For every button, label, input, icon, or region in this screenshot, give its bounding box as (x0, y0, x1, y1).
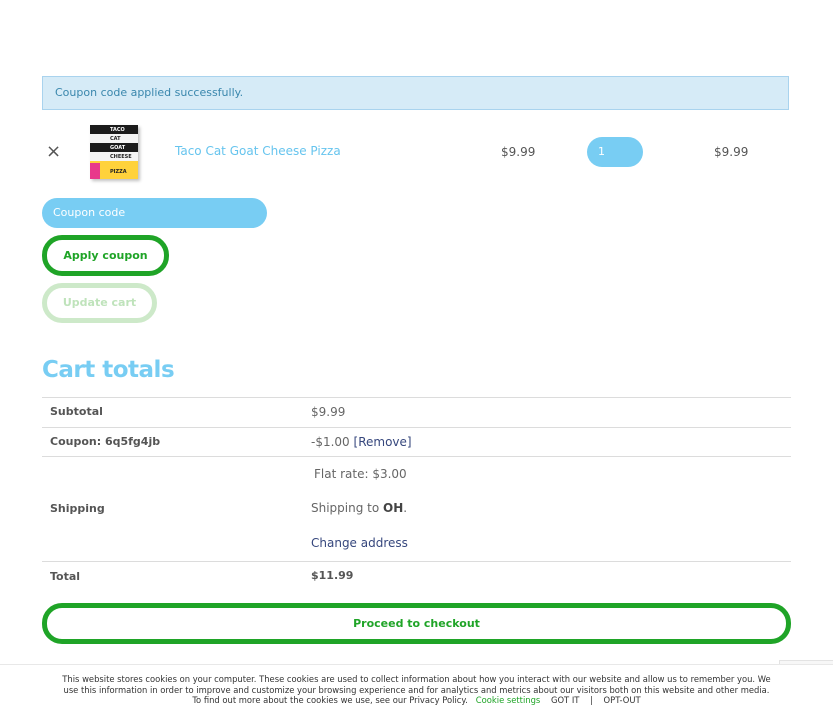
shipping-state: OH (383, 501, 404, 515)
shipping-label: Shipping (50, 502, 105, 515)
update-cart-button[interactable]: Update cart (42, 283, 157, 323)
thumb-word: GOAT (110, 145, 126, 151)
divider (42, 427, 791, 428)
remove-coupon-link[interactable]: [Remove] (354, 435, 412, 449)
cookie-message: This website stores cookies on your comp… (60, 674, 773, 706)
subtotal-label: Subtotal (50, 405, 103, 418)
shipping-to-suffix: . (403, 501, 408, 515)
cookie-separator: | (590, 695, 593, 705)
got-it-button[interactable]: GOT IT (551, 695, 579, 705)
apply-coupon-button[interactable]: Apply coupon (42, 235, 169, 276)
item-price: $9.99 (501, 145, 536, 159)
total-value: $11.99 (311, 569, 354, 582)
thumb-word: CHEESE (110, 154, 132, 160)
flat-rate-option: Flat rate: $3.00 (314, 467, 407, 481)
shipping-destination: Shipping to OH. (311, 501, 407, 515)
coupon-success-notice: Coupon code applied successfully. (42, 76, 789, 110)
thumb-word: TACO (110, 127, 125, 133)
coupon-discount-value: -$1.00 (311, 435, 350, 449)
thumb-word: PIZZA (110, 169, 127, 175)
cookie-text: This website stores cookies on your comp… (62, 674, 771, 705)
proceed-to-checkout-button[interactable]: Proceed to checkout (42, 603, 791, 644)
thumb-word: CAT (110, 136, 121, 142)
remove-item-icon[interactable]: × (46, 143, 61, 161)
opt-out-button[interactable]: OPT-OUT (604, 695, 641, 705)
shipping-to-text: Shipping to (311, 501, 384, 515)
divider (42, 456, 791, 457)
product-name-link[interactable]: Taco Cat Goat Cheese Pizza (175, 144, 341, 158)
coupon-code-input[interactable]: Coupon code (42, 198, 267, 228)
coupon-label: Coupon: 6q5fg4jb (50, 435, 161, 448)
divider (42, 397, 791, 398)
quantity-input[interactable]: 1 (587, 137, 643, 167)
total-label: Total (50, 570, 81, 583)
divider (42, 561, 791, 562)
coupon-discount: -$1.00 [Remove] (311, 435, 412, 449)
notice-message: Coupon code applied successfully. (55, 86, 244, 99)
change-address-link[interactable]: Change address (311, 536, 408, 550)
cart-totals-title: Cart totals (42, 357, 175, 383)
item-subtotal: $9.99 (714, 145, 749, 159)
cookie-consent-bar: This website stores cookies on your comp… (0, 664, 833, 717)
subtotal-value: $9.99 (311, 405, 346, 419)
product-thumbnail[interactable]: TACO CAT GOAT CHEESE PIZZA (90, 125, 138, 179)
cookie-settings-link[interactable]: Cookie settings (476, 695, 541, 705)
